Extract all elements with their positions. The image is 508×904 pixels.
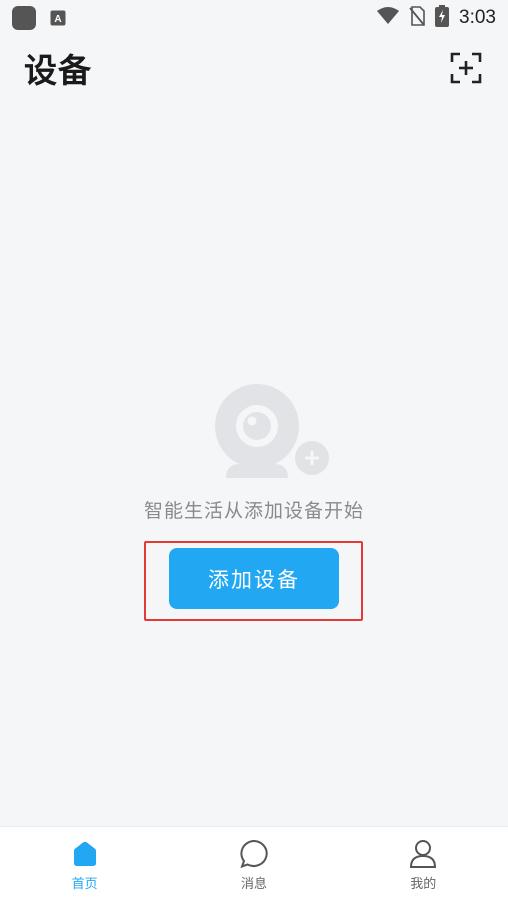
nav-item-home[interactable]: 首页 — [25, 839, 145, 892]
a-icon: A — [50, 10, 66, 26]
svg-text:A: A — [54, 14, 61, 25]
status-time: 3:03 — [459, 7, 496, 28]
add-device-button[interactable]: 添加设备 — [169, 548, 339, 609]
no-sim-icon — [409, 6, 425, 30]
bottom-nav: 首页 消息 我的 — [0, 826, 508, 904]
empty-state-message: 智能生活从添加设备开始 — [143, 500, 364, 522]
scan-add-icon — [450, 52, 482, 84]
nav-label-home: 首页 — [71, 877, 98, 892]
nav-label-profile: 我的 — [410, 877, 437, 892]
camera-add-icon — [215, 384, 329, 478]
home-icon — [70, 839, 100, 869]
status-right: 3:03 — [377, 5, 496, 31]
header: 设备 — [0, 40, 508, 96]
message-icon — [239, 839, 269, 869]
nav-item-messages[interactable]: 消息 — [194, 839, 314, 892]
wifi-icon — [377, 7, 400, 29]
app-icon — [12, 6, 36, 30]
battery-charging-icon — [435, 5, 450, 31]
status-bar: A 3:03 — [0, 0, 508, 36]
nav-label-messages: 消息 — [240, 877, 267, 892]
scan-add-button[interactable] — [448, 50, 484, 86]
screen: A 3:03 设备 智能生活从添加设备开始 添加设备 首页 消息 我的 — [0, 0, 508, 904]
page-title: 设备 — [24, 51, 92, 90]
status-left: A — [12, 6, 66, 30]
nav-item-profile[interactable]: 我的 — [363, 839, 483, 892]
camera-add-illustration — [212, 382, 332, 482]
user-icon — [408, 839, 438, 869]
